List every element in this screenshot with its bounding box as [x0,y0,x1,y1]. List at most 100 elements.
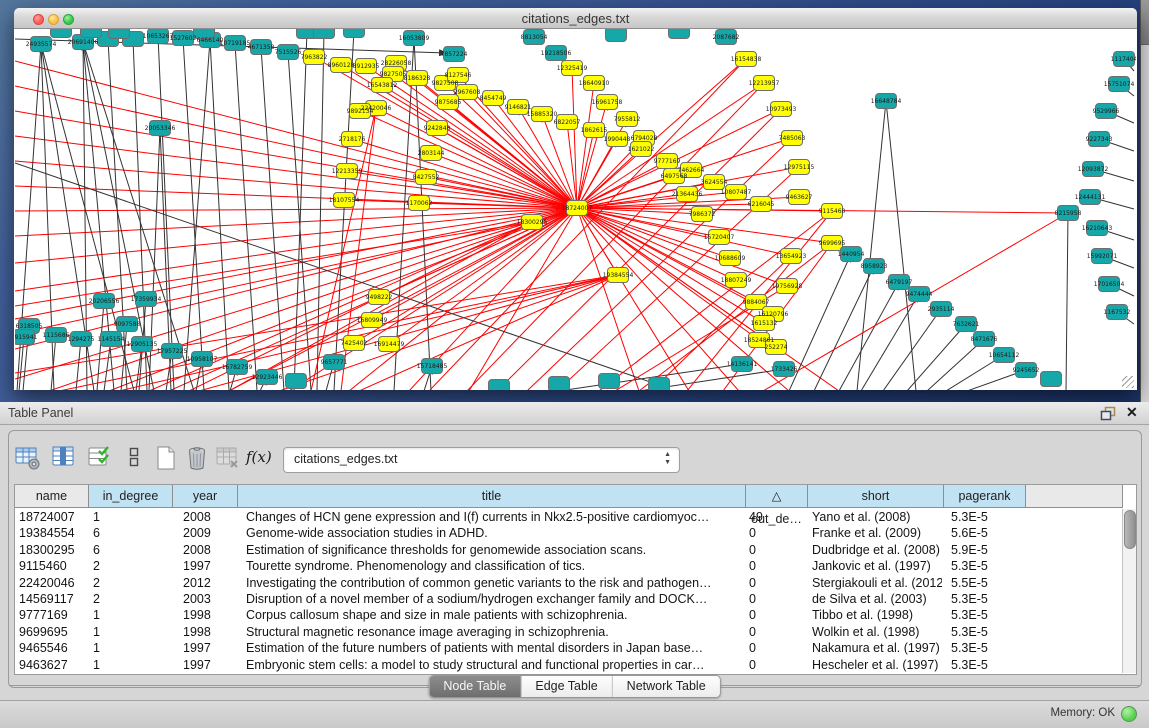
trash-icon[interactable] [183,444,211,472]
cell-out_degree: 0 [749,624,806,640]
table-settings-icon[interactable] [14,444,42,472]
graph-node[interactable] [286,374,307,389]
network-selector-dropdown[interactable]: citations_edges.txt ▲▼ [283,447,680,473]
graph-node-label: 15720407 [704,234,735,241]
graph-node[interactable] [344,29,365,38]
table-row[interactable]: 911546021997Tourette syndrome. Phenomeno… [15,558,1123,574]
graph-node-label: 9777169 [654,158,681,165]
column-header-in_degree[interactable]: in_degree [89,485,173,508]
graph-node[interactable] [1041,372,1062,387]
column-header-title[interactable]: title [238,485,746,508]
graph-node[interactable] [549,377,570,391]
cell-short: Stergiakouli et al. (2012) [812,575,942,591]
graph-node-label: 10688609 [715,255,746,262]
cell-name: 18724007 [19,509,87,525]
function-builder-icon[interactable]: f(x) [246,444,280,472]
network-graph: 1872400718300295796382289601288912935282… [15,29,1136,390]
graph-node-label: 1145154 [98,336,125,343]
graph-node[interactable] [81,29,102,38]
table-row[interactable]: 2242004622012Investigating the contribut… [15,575,1123,591]
graph-node-label: 12905135 [127,341,158,348]
network-window-titlebar[interactable]: citations_edges.txt [14,8,1137,29]
graph-node-label: 16154838 [731,56,762,63]
graph-node-label: 9657771 [321,359,348,366]
table-row[interactable]: 946362711997Embryonic stem cells: a mode… [15,657,1123,673]
tab-edge-table[interactable]: Edge Table [521,676,612,697]
graph-node[interactable] [649,378,670,391]
graph-node-label: 16961758 [592,99,623,106]
cell-title: Genome-wide association studies in ADHD. [246,525,744,541]
graph-node-label: 7955812 [614,116,641,123]
cell-name: 19384554 [19,525,87,541]
graph-node[interactable] [599,374,620,389]
cell-out_degree: 0 [749,640,806,656]
table-row[interactable]: 1938455462009Genome-wide association stu… [15,525,1123,541]
table-scrollbar-thumb[interactable] [1124,510,1136,549]
graph-node-label: 24935574 [26,41,57,48]
tab-node-table[interactable]: Node Table [429,676,521,697]
graph-node-label: 16809949 [357,317,388,324]
graph-node-label: 17957225 [157,348,188,355]
graph-node-label: 16053809 [399,35,430,42]
graph-node-label: 6497568 [661,173,688,180]
graph-node-label: 12975115 [784,164,815,171]
column-header-pagerank[interactable]: pagerank [944,485,1026,508]
graph-node-label: 3915941 [15,334,38,341]
table-row[interactable]: 977716911998Corpus callosum shape and si… [15,607,1123,623]
cell-title: Tourette syndrome. Phenomenology and cla… [246,558,744,574]
column-header-name[interactable]: name [15,485,89,508]
table-row[interactable]: 1830029562008Estimation of significance … [15,542,1123,558]
graph-node-label: 12923446 [252,374,283,381]
graph-node[interactable] [314,29,335,39]
cell-pagerank: 5.6E-5 [951,525,1024,541]
graph-node-label: 1527602 [170,35,197,42]
graph-node-label: 7986372 [689,211,716,218]
graph-node-label: 1733426 [771,366,798,373]
graph-node-label: 9529966 [1093,108,1120,115]
cell-short: Yano et al. (2008) [812,509,942,525]
graph-node-label: 20691406 [68,39,99,46]
close-panel-icon[interactable]: ✕ [1126,404,1138,421]
graph-node-label: 13654923 [776,253,807,260]
graph-node[interactable] [109,29,130,39]
column-header-year[interactable]: year [173,485,238,508]
cell-year: 2008 [183,542,236,558]
graph-node[interactable] [606,29,627,42]
new-file-icon[interactable] [152,444,180,472]
graph-node[interactable] [489,380,510,391]
tab-network-table[interactable]: Network Table [613,676,720,697]
rows-icon[interactable] [120,444,148,472]
graph-node-label: 9463627 [786,194,813,201]
table-scrollbar[interactable] [1122,509,1136,673]
window-resize-grip[interactable] [1122,376,1134,388]
graph-node-label: 20053346 [145,125,176,132]
network-canvas[interactable]: 1872400718300295796382289601288912935282… [15,29,1136,390]
attribute-table: namein_degreeyeartitle△ out_de…shortpage… [14,484,1137,675]
table-column-icon[interactable] [50,444,78,472]
graph-node-label: 12213359 [332,168,363,175]
table-row[interactable]: 1456911722003Disruption of a novel membe… [15,591,1123,607]
cell-pagerank: 5.5E-5 [951,575,1024,591]
table-row[interactable]: 969969511998Structural magnetic resonanc… [15,624,1123,640]
cell-title: Embryonic stem cells: a model to study s… [246,657,744,673]
cell-in_degree: 2 [93,575,171,591]
graph-node-label: 9892134 [347,108,374,115]
cell-title: Structural magnetic resonance image aver… [246,624,744,640]
graph-node[interactable] [669,29,690,39]
graph-node-label: 6216045 [748,201,775,208]
cell-in_degree: 1 [93,509,171,525]
table-row[interactable]: 1872400712008Changes of HCN gene express… [15,509,1123,525]
graph-node-label: 8958923 [861,263,888,270]
graph-node-label: 1170062 [406,200,433,207]
graph-node[interactable] [51,29,72,38]
cell-out_degree: 0 [749,657,806,673]
table-select-columns-icon[interactable] [86,444,114,472]
graph-node-label: 1862615 [581,127,608,134]
float-panel-icon[interactable] [1100,406,1117,421]
cell-name: 18300295 [19,542,87,558]
graph-node-label: 8186328 [404,75,431,82]
network-window[interactable]: citations_edges.txt 18724007183002957963… [14,8,1137,390]
table-row[interactable]: 946554611997Estimation of the future num… [15,640,1123,656]
column-header-out_degree[interactable]: △ out_de… [746,485,808,508]
column-header-short[interactable]: short [808,485,944,508]
